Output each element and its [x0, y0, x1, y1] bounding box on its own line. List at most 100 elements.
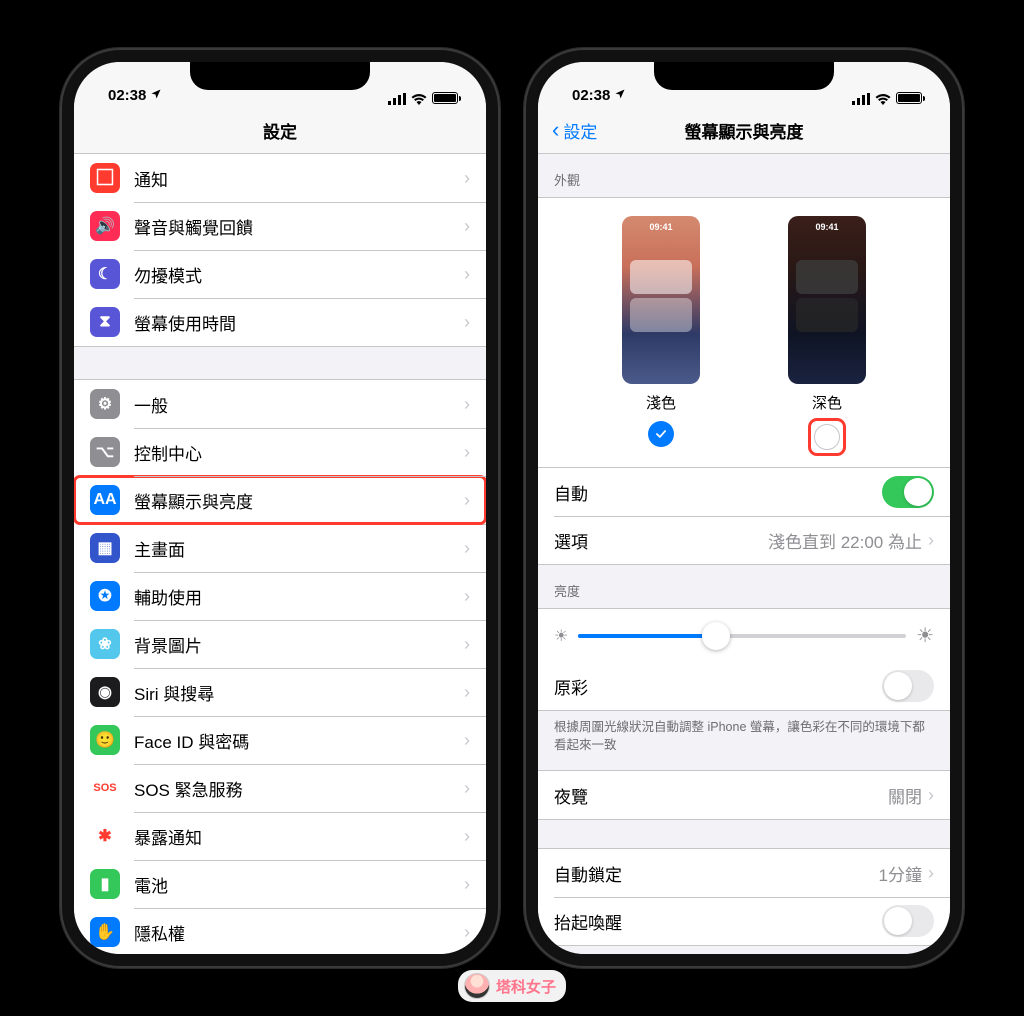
- brightness-row: ☀︎ ☀︎: [538, 608, 950, 662]
- light-preview: 09:41: [622, 216, 700, 384]
- wallpaper-icon: ❀: [90, 629, 120, 659]
- night-shift-value: 關閉: [888, 783, 922, 808]
- appearance-option-dark[interactable]: 09:41 深色: [788, 216, 866, 453]
- row-night-shift[interactable]: 夜覽 關閉 ›: [538, 771, 950, 819]
- settings-row-home[interactable]: ▦主畫面›: [74, 524, 486, 572]
- row-label: 勿擾模式: [134, 262, 464, 287]
- brightness-slider[interactable]: [578, 634, 906, 638]
- notifications-icon: ⬜︎: [90, 163, 120, 193]
- chevron-right-icon: ›: [464, 586, 470, 607]
- back-label: 設定: [563, 118, 597, 143]
- true-tone-switch[interactable]: [882, 670, 934, 702]
- dnd-icon: ☾: [90, 259, 120, 289]
- row-label: 輔助使用: [134, 584, 464, 609]
- row-label: 通知: [134, 166, 464, 191]
- battery-icon: [432, 92, 458, 104]
- chevron-right-icon: ›: [928, 785, 934, 806]
- dark-radio-unselected[interactable]: [814, 424, 840, 450]
- row-label: 暴露通知: [134, 824, 464, 849]
- battery-icon: ▮: [90, 869, 120, 899]
- dark-preview: 09:41: [788, 216, 866, 384]
- light-label: 淺色: [646, 392, 676, 413]
- chevron-right-icon: ›: [464, 730, 470, 751]
- cellular-icon: [388, 92, 406, 104]
- settings-row-siri[interactable]: ◉ Siri 與搜尋›: [74, 668, 486, 716]
- automatic-switch[interactable]: [882, 476, 934, 508]
- dark-radio-highlight: [811, 421, 843, 453]
- settings-row-display[interactable]: AA螢幕顯示與亮度›: [74, 476, 486, 524]
- nav-bar: 設定: [74, 108, 486, 154]
- privacy-icon: ✋: [90, 917, 120, 947]
- row-automatic: 自動: [538, 468, 950, 516]
- chevron-right-icon: ›: [464, 922, 470, 943]
- true-tone-caption: 根據周圍光線狀況自動調整 iPhone 螢幕，讓色彩在不同的環境下都看起來一致: [538, 711, 950, 758]
- chevron-right-icon: ›: [464, 778, 470, 799]
- options-value: 淺色直到 22:00 為止: [768, 528, 922, 553]
- settings-row-privacy[interactable]: ✋隱私權›: [74, 908, 486, 954]
- dark-label: 深色: [812, 392, 842, 413]
- auto-lock-label: 自動鎖定: [554, 861, 879, 886]
- settings-row-sos[interactable]: SOS SOS 緊急服務›: [74, 764, 486, 812]
- location-icon: [614, 88, 626, 103]
- settings-row-accessibility[interactable]: ✪輔助使用›: [74, 572, 486, 620]
- settings-row-faceid[interactable]: 🙂Face ID 與密碼›: [74, 716, 486, 764]
- row-label: 背景圖片: [134, 632, 464, 657]
- appearance-option-light[interactable]: 09:41 淺色: [622, 216, 700, 453]
- settings-row-notifications[interactable]: ⬜︎ 通知›: [74, 154, 486, 202]
- status-bar: 02:38: [538, 62, 950, 108]
- chevron-right-icon: ›: [464, 442, 470, 463]
- row-options[interactable]: 選項 淺色直到 22:00 為止 ›: [538, 516, 950, 564]
- settings-list[interactable]: ⬜︎通知›🔊聲音與觸覺回饋›☾勿擾模式›⧗螢幕使用時間›⚙︎一般›⌥控制中心›A…: [74, 154, 486, 954]
- back-button[interactable]: ‹ 設定: [552, 118, 597, 143]
- battery-icon: [896, 92, 922, 104]
- row-label: Face ID 與密碼: [134, 728, 464, 753]
- row-auto-lock[interactable]: 自動鎖定 1分鐘 ›: [538, 849, 950, 897]
- display-settings-content[interactable]: 外觀 09:41 淺色: [538, 154, 950, 954]
- night-shift-label: 夜覽: [554, 783, 888, 808]
- settings-row-screentime[interactable]: ⧗螢幕使用時間›: [74, 298, 486, 346]
- watermark-text: 塔科女子: [496, 976, 556, 997]
- sounds-icon: 🔊: [90, 211, 120, 241]
- sun-large-icon: ☀︎: [916, 623, 934, 648]
- chevron-right-icon: ›: [464, 826, 470, 847]
- auto-lock-value: 1分鐘: [879, 861, 922, 886]
- chevron-right-icon: ›: [464, 682, 470, 703]
- chevron-right-icon: ›: [464, 538, 470, 559]
- settings-row-exposure[interactable]: ✱ 暴露通知›: [74, 812, 486, 860]
- control-center-icon: ⌥: [90, 437, 120, 467]
- row-label: 一般: [134, 392, 464, 417]
- settings-row-sounds[interactable]: 🔊聲音與觸覺回饋›: [74, 202, 486, 250]
- watermark-avatar-icon: [464, 973, 490, 999]
- sos-icon: SOS: [90, 773, 120, 803]
- raise-wake-switch[interactable]: [882, 905, 934, 937]
- settings-row-dnd[interactable]: ☾勿擾模式›: [74, 250, 486, 298]
- section-header-brightness: 亮度: [538, 565, 950, 608]
- chevron-right-icon: ›: [464, 312, 470, 333]
- nav-title: 螢幕顯示與亮度: [685, 118, 804, 143]
- watermark: 塔科女子: [458, 970, 566, 1002]
- chevron-right-icon: ›: [464, 490, 470, 511]
- row-raise-to-wake: 抬起喚醒: [538, 897, 950, 945]
- raise-wake-label: 抬起喚醒: [554, 909, 882, 934]
- exposure-icon: ✱: [90, 821, 120, 851]
- light-radio-selected[interactable]: [648, 421, 674, 447]
- display-icon: AA: [90, 485, 120, 515]
- settings-row-wallpaper[interactable]: ❀背景圖片›: [74, 620, 486, 668]
- chevron-right-icon: ›: [464, 168, 470, 189]
- row-label: 控制中心: [134, 440, 464, 465]
- chevron-left-icon: ‹: [552, 119, 559, 141]
- location-icon: [150, 88, 162, 103]
- siri-icon: ◉: [90, 677, 120, 707]
- row-label: 螢幕使用時間: [134, 310, 464, 335]
- settings-row-control-center[interactable]: ⌥ 控制中心›: [74, 428, 486, 476]
- row-label: Siri 與搜尋: [134, 680, 464, 705]
- cellular-icon: [852, 92, 870, 104]
- wifi-icon: [411, 92, 427, 104]
- row-label: SOS 緊急服務: [134, 776, 464, 801]
- section-header-appearance: 外觀: [538, 154, 950, 197]
- phone-mockup-display-brightness: 02:38 ‹ 設定: [524, 48, 964, 968]
- row-label: 聲音與觸覺回饋: [134, 214, 464, 239]
- settings-row-general[interactable]: ⚙︎一般›: [74, 380, 486, 428]
- settings-row-battery[interactable]: ▮電池›: [74, 860, 486, 908]
- home-icon: ▦: [90, 533, 120, 563]
